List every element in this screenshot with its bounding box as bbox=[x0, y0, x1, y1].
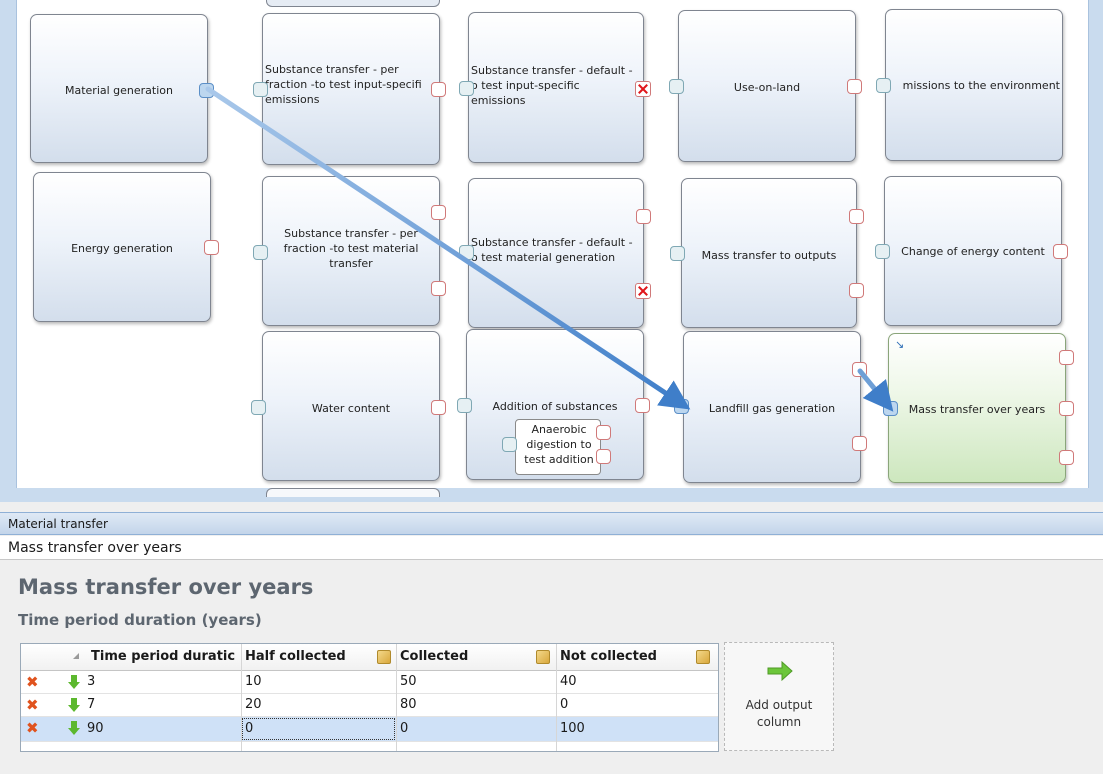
move-down-icon[interactable] bbox=[67, 674, 81, 690]
column-header-time-period[interactable]: Time period duratic bbox=[87, 644, 241, 670]
add-output-column-button[interactable]: Add output column bbox=[724, 642, 834, 751]
page-title: Mass transfer over years bbox=[18, 575, 314, 599]
table-cell[interactable]: 100 bbox=[556, 717, 716, 741]
table-cell[interactable]: 80 bbox=[396, 694, 556, 716]
connection-arrow[interactable] bbox=[205, 86, 691, 410]
column-divider bbox=[556, 644, 557, 751]
column-header-label: Collected bbox=[400, 649, 469, 664]
table-cell[interactable]: 3 bbox=[83, 671, 241, 693]
edit-column-icon[interactable] bbox=[377, 650, 391, 664]
table-row-selected[interactable]: ✖ 90 0 0 100 bbox=[21, 717, 718, 742]
delete-row-icon[interactable]: ✖ bbox=[26, 697, 39, 713]
delete-row-icon[interactable]: ✖ bbox=[26, 720, 39, 736]
add-column-arrow-icon bbox=[767, 661, 793, 681]
properties-panel: Material transfer Mass transfer over yea… bbox=[0, 502, 1103, 774]
move-down-icon[interactable] bbox=[67, 697, 81, 713]
workflow-canvas[interactable]: Material generation Energy generation Su… bbox=[0, 0, 1103, 502]
table-cell[interactable]: 0 bbox=[396, 717, 556, 741]
edit-column-icon[interactable] bbox=[536, 650, 550, 664]
column-divider bbox=[396, 644, 397, 751]
table-header-row: Time period duratic Half collected Colle… bbox=[21, 644, 718, 671]
table-row[interactable]: ✖ 7 20 80 0 bbox=[21, 694, 718, 717]
node-name-field[interactable]: Mass transfer over years bbox=[0, 536, 1103, 560]
table-row[interactable]: ✖ 3 10 50 40 bbox=[21, 671, 718, 694]
time-period-table[interactable]: Time period duratic Half collected Colle… bbox=[20, 643, 719, 752]
section-title: Time period duration (years) bbox=[18, 611, 262, 629]
table-cell[interactable]: 50 bbox=[396, 671, 556, 693]
table-cell[interactable]: 20 bbox=[241, 694, 396, 716]
column-divider bbox=[241, 644, 242, 751]
table-cell[interactable]: 10 bbox=[241, 671, 396, 693]
column-header-collected[interactable]: Collected bbox=[396, 644, 556, 670]
connection-layer bbox=[205, 86, 894, 412]
column-header-label: Half collected bbox=[245, 649, 346, 664]
table-cell[interactable]: 7 bbox=[83, 694, 241, 716]
panel-header: Material transfer bbox=[0, 512, 1103, 535]
column-header-not-collected[interactable]: Not collected bbox=[556, 644, 716, 670]
table-cell[interactable]: 90 bbox=[83, 717, 241, 741]
table-cell[interactable]: 40 bbox=[556, 671, 716, 693]
table-cell[interactable]: 0 bbox=[241, 717, 396, 741]
column-header-label: Not collected bbox=[560, 649, 657, 664]
table-cell[interactable]: 0 bbox=[556, 694, 716, 716]
sort-corner-icon bbox=[73, 653, 79, 659]
move-down-icon[interactable] bbox=[67, 720, 81, 736]
edit-column-icon[interactable] bbox=[696, 650, 710, 664]
delete-row-icon[interactable]: ✖ bbox=[26, 674, 39, 690]
row-selector-header bbox=[21, 644, 87, 670]
connection-arrow[interactable] bbox=[857, 368, 894, 412]
add-output-label: Add output column bbox=[745, 698, 813, 729]
column-header-half-collected[interactable]: Half collected bbox=[241, 644, 396, 670]
